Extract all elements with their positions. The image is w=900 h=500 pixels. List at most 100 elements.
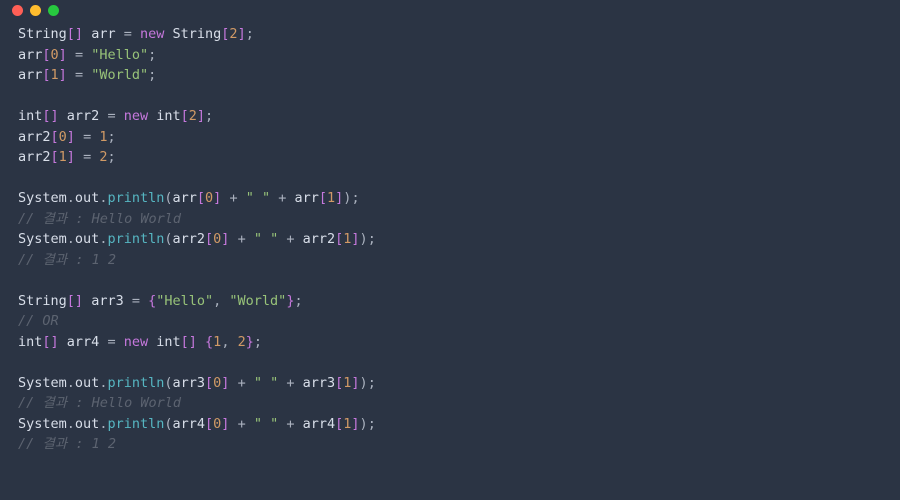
code-line: arr[1] = "World"; bbox=[18, 65, 882, 86]
token-op: = bbox=[75, 129, 99, 145]
token-bracket: [ bbox=[51, 129, 59, 145]
code-line: String[] arr3 = {"Hello", "World"}; bbox=[18, 291, 882, 312]
token-punct: ; bbox=[205, 108, 213, 124]
token-bracket: [ bbox=[51, 149, 59, 165]
token-ident: arr3 bbox=[303, 375, 336, 391]
token-bracket: [ bbox=[319, 190, 327, 206]
token-op: = bbox=[99, 108, 123, 124]
token-bracket: { bbox=[205, 334, 213, 350]
token-bracket: [ bbox=[205, 231, 213, 247]
code-line: int[] arr4 = new int[] {1, 2}; bbox=[18, 332, 882, 353]
token-str: " " bbox=[254, 375, 278, 391]
token-ident: out bbox=[75, 231, 99, 247]
token-comment: // 결과 : Hello World bbox=[18, 211, 181, 227]
token-str: " " bbox=[254, 416, 278, 432]
code-line: System.out.println(arr[0] + " " + arr[1]… bbox=[18, 188, 882, 209]
token-op: + bbox=[229, 375, 253, 391]
code-line: int[] arr2 = new int[2]; bbox=[18, 106, 882, 127]
code-line bbox=[18, 270, 882, 291]
token-str: " " bbox=[254, 231, 278, 247]
token-op bbox=[59, 334, 67, 350]
token-bracket: [ bbox=[197, 190, 205, 206]
token-num: 2 bbox=[238, 334, 246, 350]
token-op: = bbox=[67, 47, 91, 63]
token-num: 1 bbox=[59, 149, 67, 165]
token-func: println bbox=[107, 416, 164, 432]
token-ident: arr bbox=[18, 47, 42, 63]
code-line bbox=[18, 168, 882, 189]
token-bracket: [] bbox=[67, 26, 83, 42]
token-ident: out bbox=[75, 416, 99, 432]
token-bracket: ] bbox=[59, 67, 67, 83]
token-punct: . bbox=[67, 416, 75, 432]
token-bracket: ] bbox=[67, 129, 75, 145]
token-op: + bbox=[278, 231, 302, 247]
token-bracket: ] bbox=[351, 231, 359, 247]
code-line: arr[0] = "Hello"; bbox=[18, 45, 882, 66]
token-func: println bbox=[107, 375, 164, 391]
token-ident: arr2 bbox=[303, 231, 336, 247]
token-ident: System bbox=[18, 416, 67, 432]
close-icon[interactable] bbox=[12, 5, 23, 16]
token-punct: , bbox=[213, 293, 229, 309]
token-op: = bbox=[75, 149, 99, 165]
code-line: arr2[0] = 1; bbox=[18, 127, 882, 148]
token-num: 1 bbox=[327, 190, 335, 206]
token-type: String bbox=[173, 26, 222, 42]
token-punct: ; bbox=[148, 67, 156, 83]
token-op bbox=[83, 293, 91, 309]
token-op: + bbox=[229, 416, 253, 432]
code-line: System.out.println(arr4[0] + " " + arr4[… bbox=[18, 414, 882, 435]
token-keyword: new bbox=[140, 26, 164, 42]
token-num: 0 bbox=[51, 47, 59, 63]
token-keyword: new bbox=[124, 108, 148, 124]
token-op bbox=[164, 26, 172, 42]
minimize-icon[interactable] bbox=[30, 5, 41, 16]
token-op bbox=[197, 334, 205, 350]
token-bracket: [] bbox=[42, 334, 58, 350]
token-punct: ; bbox=[254, 334, 262, 350]
token-bracket: [] bbox=[181, 334, 197, 350]
code-line: System.out.println(arr2[0] + " " + arr2[… bbox=[18, 229, 882, 250]
token-str: "Hello" bbox=[156, 293, 213, 309]
token-type: int bbox=[18, 108, 42, 124]
token-type: int bbox=[18, 334, 42, 350]
token-op: = bbox=[116, 26, 140, 42]
code-line bbox=[18, 352, 882, 373]
token-ident: arr bbox=[91, 26, 115, 42]
token-type: String bbox=[18, 293, 67, 309]
zoom-icon[interactable] bbox=[48, 5, 59, 16]
token-num: 0 bbox=[59, 129, 67, 145]
token-bracket: [] bbox=[67, 293, 83, 309]
token-bracket: [ bbox=[181, 108, 189, 124]
token-bracket: ] bbox=[351, 375, 359, 391]
token-punct: ) bbox=[360, 416, 368, 432]
token-punct: ( bbox=[164, 416, 172, 432]
token-punct: ; bbox=[351, 190, 359, 206]
token-op: = bbox=[67, 67, 91, 83]
token-ident: arr bbox=[18, 67, 42, 83]
token-op: + bbox=[278, 416, 302, 432]
token-comment: // OR bbox=[18, 313, 59, 329]
token-punct: ) bbox=[360, 375, 368, 391]
token-bracket: ] bbox=[351, 416, 359, 432]
token-type: int bbox=[156, 334, 180, 350]
token-ident: System bbox=[18, 231, 67, 247]
code-line: // 결과 : Hello World bbox=[18, 209, 882, 230]
token-punct: ) bbox=[360, 231, 368, 247]
token-punct: ( bbox=[164, 375, 172, 391]
code-line: // OR bbox=[18, 311, 882, 332]
code-editor[interactable]: String[] arr = new String[2];arr[0] = "H… bbox=[0, 10, 900, 469]
token-bracket: ] bbox=[238, 26, 246, 42]
token-str: "Hello" bbox=[91, 47, 148, 63]
token-op bbox=[148, 334, 156, 350]
token-punct: . bbox=[67, 375, 75, 391]
token-ident: arr2 bbox=[67, 108, 100, 124]
token-punct: ( bbox=[164, 231, 172, 247]
token-punct: ; bbox=[107, 129, 115, 145]
token-punct: ; bbox=[107, 149, 115, 165]
code-line: // 결과 : 1 2 bbox=[18, 250, 882, 271]
token-punct: ; bbox=[368, 375, 376, 391]
token-op: = bbox=[124, 293, 148, 309]
token-bracket: { bbox=[148, 293, 156, 309]
